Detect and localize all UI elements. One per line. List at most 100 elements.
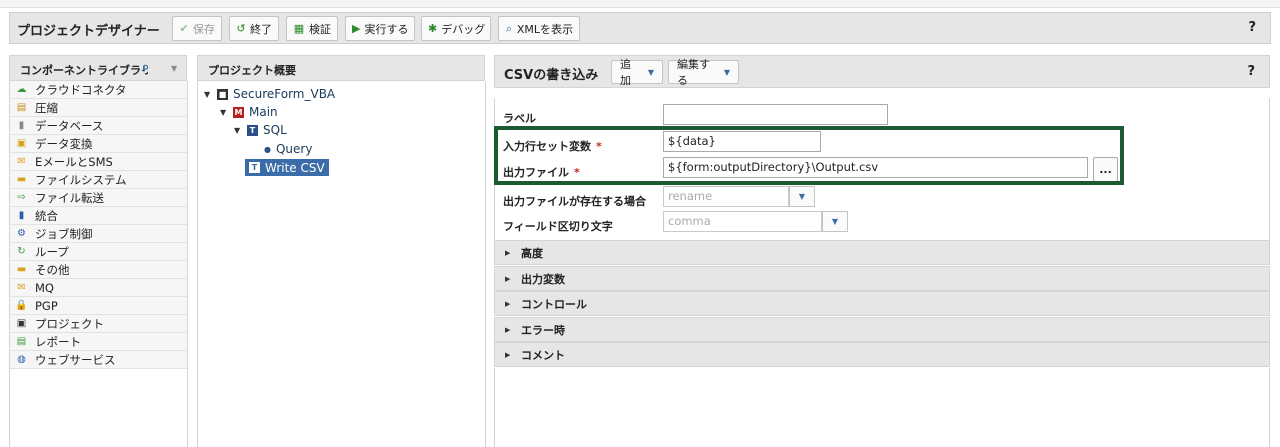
bullet-icon: ● <box>264 144 271 154</box>
chevron-down-icon: ▼ <box>647 67 654 77</box>
tree-node-main[interactable]: ▼ M Main <box>220 104 278 120</box>
section-control[interactable]: ▶ コントロール <box>494 291 1270 316</box>
compress-icon: ▤ <box>16 102 27 113</box>
tree-node-write-csv[interactable]: T Write CSV <box>245 159 329 176</box>
library-item-label: 統合 <box>35 208 58 223</box>
section-control-label: コントロール <box>521 297 587 311</box>
app-title: プロジェクトデザイナー <box>17 24 160 39</box>
csv-editor-header: CSVの書き込み 追加 ▼ 編集する ▼ ? <box>494 55 1270 88</box>
library-item[interactable]: ▤ 圧縮 <box>10 99 187 117</box>
section-advanced[interactable]: ▶ 高度 <box>494 240 1270 265</box>
search-icon[interactable]: ⌕ <box>142 60 149 75</box>
library-item-label: EメールとSMS <box>35 154 113 169</box>
validate-button[interactable]: ▦ 検証 <box>286 16 338 41</box>
input-rowset-variable-input[interactable]: ${data} <box>663 131 821 152</box>
undo-icon: ↺ <box>236 22 246 35</box>
collapsed-caret-icon: ▶ <box>505 350 511 359</box>
play-icon: ▶ <box>352 22 361 35</box>
library-item[interactable]: ☁ クラウドコネクタ <box>10 81 187 99</box>
collapsed-caret-icon: ▶ <box>505 299 511 308</box>
collapsed-caret-icon: ▶ <box>505 274 511 283</box>
library-item[interactable]: ▮ データベース <box>10 117 187 135</box>
if-file-exists-dropdown[interactable]: ▼ <box>789 186 815 207</box>
required-mark: * <box>574 166 580 179</box>
library-item-label: プロジェクト <box>35 316 104 331</box>
collapsed-caret-icon: ▶ <box>505 248 511 257</box>
run-button[interactable]: ▶ 実行する <box>345 16 415 41</box>
save-button[interactable]: ✔ 保存 <box>172 16 222 41</box>
misc-folder-icon: ▬ <box>16 264 27 275</box>
add-button[interactable]: 追加 ▼ <box>611 58 663 87</box>
task-icon: T <box>249 162 260 173</box>
project-icon: ■ <box>217 88 228 100</box>
lock-icon: 🔒 <box>15 300 28 311</box>
bug-icon: ✱ <box>428 22 438 35</box>
close-button[interactable]: ↺ 終了 <box>229 16 279 41</box>
library-item[interactable]: 🔒 PGP <box>10 297 187 315</box>
library-item[interactable]: ◍ ウェブサービス <box>10 351 187 369</box>
tree-node-root-label: SecureForm_VBA <box>233 87 336 101</box>
library-item[interactable]: ▤ レポート <box>10 333 187 351</box>
web-service-icon: ◍ <box>17 354 26 365</box>
library-item[interactable]: ▬ ファイルシステム <box>10 171 187 189</box>
tree-node-root[interactable]: ▼ ■ SecureForm_VBA <box>204 86 335 102</box>
editor-empty-area <box>494 368 1270 447</box>
tree-node-query[interactable]: ● Query <box>264 141 312 157</box>
browse-button[interactable]: ... <box>1093 157 1118 182</box>
library-item[interactable]: ⇨ ファイル転送 <box>10 189 187 207</box>
tree-node-write-csv-label: Write CSV <box>265 160 325 175</box>
library-item[interactable]: ▮ 統合 <box>10 207 187 225</box>
section-output-variables[interactable]: ▶ 出力変数 <box>494 266 1270 291</box>
expanded-caret-icon[interactable]: ▼ <box>204 90 212 99</box>
tree-node-main-label: Main <box>249 105 278 119</box>
edit-button[interactable]: 編集する ▼ <box>668 58 739 87</box>
help-icon[interactable]: ? <box>1248 20 1256 35</box>
if-file-exists-select[interactable]: rename <box>663 186 789 207</box>
email-icon: ✉ <box>17 156 26 167</box>
debug-button-label: デバッグ <box>441 22 486 36</box>
field-delimiter-dropdown[interactable]: ▼ <box>822 211 848 232</box>
input-rowset-variable-label-text: 入力行セット変数 <box>503 140 591 153</box>
section-on-error[interactable]: ▶ エラー時 <box>494 317 1270 342</box>
help-icon[interactable]: ? <box>1247 64 1255 79</box>
library-item-label: 圧縮 <box>35 100 58 115</box>
field-delimiter-select[interactable]: comma <box>663 211 822 232</box>
library-item[interactable]: ✉ MQ <box>10 279 187 297</box>
component-library-list: ☁ クラウドコネクタ ▤ 圧縮 ▮ データベース ▣ データ変換 ✉ EメールとSMS ▬ ファイルシ… <box>9 81 188 447</box>
chevron-down-icon: ▼ <box>723 67 730 77</box>
main-toolbar: プロジェクトデザイナー ✔ 保存 ↺ 終了 ▦ 検証 ▶ 実行する ✱ デバッグ… <box>9 12 1271 44</box>
add-button-label: 追加 <box>620 58 631 87</box>
library-item[interactable]: ✉ EメールとSMS <box>10 153 187 171</box>
library-item-label: その他 <box>35 262 70 277</box>
task-icon: T <box>247 124 258 136</box>
project-icon: ▣ <box>16 318 27 329</box>
section-advanced-label: 高度 <box>521 246 543 260</box>
library-item[interactable]: ▣ データ変換 <box>10 135 187 153</box>
output-file-label: 出力ファイル * <box>503 164 580 180</box>
label-field-label: ラベル <box>503 112 536 125</box>
check-icon: ✔ <box>179 22 189 35</box>
section-comment[interactable]: ▶ コメント <box>494 342 1270 367</box>
library-item[interactable]: ▣ プロジェクト <box>10 315 187 333</box>
expanded-caret-icon[interactable]: ▼ <box>234 126 242 135</box>
debug-button[interactable]: ✱ デバッグ <box>421 16 491 41</box>
run-button-label: 実行する <box>364 22 409 36</box>
output-file-label-text: 出力ファイル <box>503 166 569 179</box>
show-xml-button[interactable]: ⌕ XMLを表示 <box>498 16 580 41</box>
expanded-caret-icon[interactable]: ▼ <box>220 108 228 117</box>
output-file-input[interactable]: ${form:outputDirectory}\Output.csv <box>663 157 1088 178</box>
report-icon: ▤ <box>16 336 27 347</box>
library-item-label: ジョブ制御 <box>35 226 93 241</box>
library-item[interactable]: ▬ その他 <box>10 261 187 279</box>
library-item[interactable]: ⚙ ジョブ制御 <box>10 225 187 243</box>
mq-icon: ✉ <box>17 282 26 293</box>
tree-node-sql-label: SQL <box>263 123 287 137</box>
library-item-label: ウェブサービス <box>35 352 116 367</box>
library-item[interactable]: ↻ ループ <box>10 243 187 261</box>
tree-node-sql[interactable]: ▼ T SQL <box>234 122 287 138</box>
show-xml-button-label: XMLを表示 <box>516 22 573 36</box>
file-transfer-icon: ⇨ <box>17 192 26 203</box>
label-input[interactable] <box>663 104 888 125</box>
chevron-down-icon[interactable]: ▼ <box>171 64 177 73</box>
close-button-label: 終了 <box>250 22 272 36</box>
